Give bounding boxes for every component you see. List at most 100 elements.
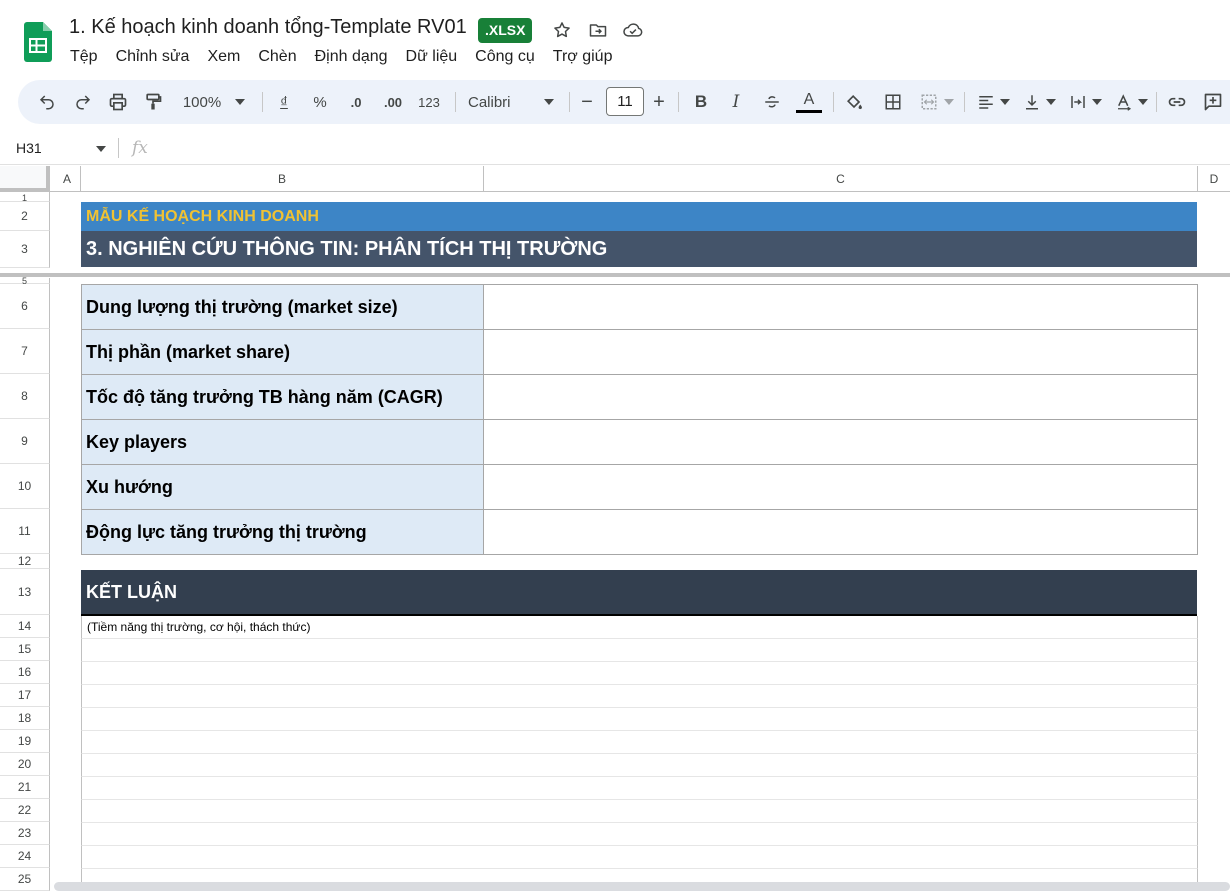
paint-format-icon[interactable]	[142, 88, 164, 116]
sheets-logo-icon[interactable]	[24, 22, 52, 62]
conclusion-title[interactable]: KẾT LUẬN	[81, 570, 1197, 616]
menu-data[interactable]: Dữ liệu	[397, 46, 467, 68]
menu-help[interactable]: Trợ giúp	[544, 46, 622, 68]
font-family-select[interactable]: Calibri	[468, 88, 554, 116]
column-header-b[interactable]: B	[81, 166, 484, 192]
borders-icon[interactable]	[882, 88, 904, 116]
insert-comment-icon[interactable]	[1202, 88, 1224, 116]
column-header-a[interactable]: A	[54, 166, 81, 192]
decrease-decimal-button[interactable]: .0	[343, 88, 369, 116]
conclusion-row[interactable]	[81, 708, 1198, 731]
conclusion-row[interactable]	[81, 823, 1198, 846]
metric-value[interactable]	[484, 330, 1198, 375]
undo-icon[interactable]	[36, 88, 58, 116]
metric-value[interactable]	[484, 510, 1198, 555]
row-header[interactable]: 24	[0, 845, 50, 868]
conclusion-row[interactable]	[81, 639, 1198, 662]
chevron-down-icon[interactable]	[96, 146, 106, 152]
print-icon[interactable]	[107, 88, 129, 116]
metric-label[interactable]: Dung lượng thị trường (market size)	[81, 285, 484, 330]
row-header[interactable]: 16	[0, 661, 50, 684]
document-title[interactable]: 1. Kế hoạch kinh doanh tổng-Template RV0…	[69, 16, 467, 39]
metric-label[interactable]: Key players	[81, 420, 484, 465]
increase-font-size-button[interactable]: +	[650, 88, 668, 116]
metric-label[interactable]: Xu hướng	[81, 465, 484, 510]
row-header[interactable]: 21	[0, 776, 50, 799]
metric-label[interactable]: Thị phần (market share)	[81, 330, 484, 375]
row-header[interactable]: 1	[0, 192, 50, 203]
row-header[interactable]: 3	[0, 231, 50, 268]
metric-value[interactable]	[484, 465, 1198, 510]
conclusion-row[interactable]	[81, 662, 1198, 685]
decrease-font-size-button[interactable]: −	[578, 88, 596, 116]
currency-format-button[interactable]: ₫	[274, 88, 294, 116]
row-header[interactable]: 25	[0, 868, 50, 891]
row-header[interactable]: 19	[0, 730, 50, 753]
bold-button[interactable]: B	[690, 88, 712, 116]
zoom-select[interactable]: 100%	[178, 88, 250, 116]
number-format-button[interactable]: 123	[416, 88, 442, 116]
row-header[interactable]: 2	[0, 202, 50, 231]
chevron-down-icon	[1091, 99, 1102, 105]
conclusion-row[interactable]	[81, 685, 1198, 708]
template-title[interactable]: MẪU KẾ HOẠCH KINH DOANH	[81, 202, 1197, 231]
column-header-d[interactable]: D	[1198, 166, 1230, 192]
fill-color-icon[interactable]	[843, 88, 865, 116]
row-header[interactable]: 22	[0, 799, 50, 822]
row-header[interactable]: 8	[0, 374, 50, 419]
italic-button[interactable]: I	[725, 88, 747, 116]
row-header[interactable]: 13	[0, 569, 50, 615]
row-header[interactable]: 10	[0, 464, 50, 509]
row-header[interactable]: 14	[0, 615, 50, 638]
metric-value[interactable]	[484, 375, 1198, 420]
row-header[interactable]: 20	[0, 753, 50, 776]
percent-format-button[interactable]: %	[309, 88, 331, 116]
chevron-down-icon	[1045, 99, 1056, 105]
insert-link-icon[interactable]	[1166, 88, 1188, 116]
menu-edit[interactable]: Chỉnh sửa	[107, 46, 199, 68]
text-color-button[interactable]: A	[796, 88, 822, 116]
conclusion-row[interactable]	[81, 754, 1198, 777]
select-all-corner[interactable]	[0, 166, 50, 192]
row-header[interactable]: 6	[0, 284, 50, 329]
row-header[interactable]: 23	[0, 822, 50, 845]
row-header[interactable]: 17	[0, 684, 50, 707]
frozen-rows-divider[interactable]	[0, 273, 1230, 277]
increase-decimal-button[interactable]: .00	[380, 88, 406, 116]
text-rotation-icon[interactable]	[1112, 88, 1150, 116]
section-title[interactable]: 3. NGHIÊN CỨU THÔNG TIN: PHÂN TÍCH THỊ T…	[81, 231, 1197, 267]
menu-file[interactable]: Tệp	[61, 46, 107, 68]
font-size-input[interactable]: 11	[606, 87, 644, 116]
name-box[interactable]: H31	[16, 140, 42, 156]
metric-value[interactable]	[484, 285, 1198, 330]
move-to-folder-icon[interactable]	[587, 19, 609, 41]
horizontal-align-icon[interactable]	[974, 88, 1012, 116]
row-header[interactable]: 15	[0, 638, 50, 661]
cloud-saved-icon[interactable]	[622, 19, 644, 41]
metric-label[interactable]: Tốc độ tăng trưởng TB hàng năm (CAGR)	[81, 375, 484, 420]
menu-insert[interactable]: Chèn	[249, 46, 305, 68]
conclusion-row[interactable]	[81, 800, 1198, 823]
row-header[interactable]: 9	[0, 419, 50, 464]
row-header[interactable]: 18	[0, 707, 50, 730]
text-wrapping-icon[interactable]	[1066, 88, 1104, 116]
menu-format[interactable]: Định dạng	[306, 46, 397, 68]
row-header[interactable]: 11	[0, 509, 50, 554]
column-header-c[interactable]: C	[484, 166, 1198, 192]
conclusion-row[interactable]	[81, 731, 1198, 754]
menu-view[interactable]: Xem	[198, 46, 249, 68]
row-header[interactable]: 12	[0, 554, 50, 569]
metric-label[interactable]: Động lực tăng trưởng thị trường	[81, 510, 484, 555]
metric-value[interactable]	[484, 420, 1198, 465]
strikethrough-icon[interactable]	[761, 88, 783, 116]
row-header[interactable]: 7	[0, 329, 50, 374]
menu-tools[interactable]: Công cụ	[466, 46, 544, 68]
conclusion-row[interactable]	[81, 777, 1198, 800]
merge-cells-icon[interactable]	[916, 88, 958, 116]
conclusion-note[interactable]: (Tiềm năng thị trường, cơ hội, thách thứ…	[81, 616, 1198, 639]
conclusion-row[interactable]	[81, 846, 1198, 869]
star-icon[interactable]	[551, 19, 573, 41]
vertical-align-icon[interactable]	[1020, 88, 1058, 116]
redo-icon[interactable]	[72, 88, 94, 116]
horizontal-scrollbar[interactable]	[54, 882, 1230, 891]
